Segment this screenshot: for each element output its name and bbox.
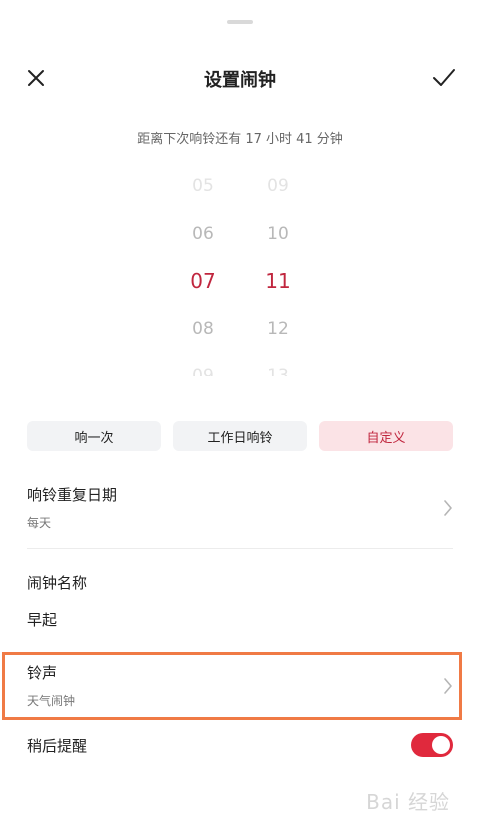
ringtone-highlight-frame — [2, 652, 462, 720]
toggle-knob — [432, 736, 450, 754]
sheet-grabber[interactable] — [227, 20, 253, 24]
hour-picker-wheel[interactable]: 05 06 07 08 09 — [173, 170, 233, 376]
snooze-toggle[interactable] — [411, 733, 453, 757]
minute-option[interactable]: 12 — [248, 317, 308, 341]
mode-custom-button[interactable]: 自定义 — [319, 421, 453, 451]
minute-option[interactable]: 10 — [248, 222, 308, 246]
confirm-button[interactable] — [422, 52, 466, 104]
hour-option[interactable]: 09 — [173, 364, 233, 376]
snooze-label: 稍后提醒 — [27, 737, 88, 755]
divider — [27, 548, 453, 549]
header: 设置闹钟 — [0, 52, 480, 104]
minute-option[interactable]: 13 — [248, 364, 308, 376]
next-alarm-countdown: 距离下次响铃还有 17 小时 41 分钟 — [137, 132, 343, 147]
minute-option-selected[interactable]: 11 — [248, 269, 308, 293]
alarm-name-value[interactable]: 早起 — [27, 609, 453, 630]
alarm-name-row[interactable]: 闹钟名称 早起 — [27, 572, 453, 632]
repeat-days-value: 每天 — [27, 516, 52, 530]
repeat-days-label: 响铃重复日期 — [27, 486, 118, 504]
snooze-row: 稍后提醒 — [27, 735, 453, 759]
check-icon — [433, 69, 455, 86]
alarm-name-label: 闹钟名称 — [27, 574, 88, 592]
minute-picker-wheel[interactable]: 09 10 11 12 13 — [248, 170, 308, 376]
mode-once-button[interactable]: 响一次 — [27, 421, 161, 451]
hour-option[interactable]: 05 — [173, 174, 233, 198]
repeat-days-row[interactable]: 响铃重复日期 每天 — [27, 484, 453, 534]
page-title: 设置闹钟 — [204, 70, 276, 91]
watermark: Bai 经验 — [366, 790, 450, 814]
chevron-right-icon — [444, 500, 452, 516]
mode-workdays-button[interactable]: 工作日响铃 — [173, 421, 307, 451]
repeat-mode-selector: 响一次 工作日响铃 自定义 — [27, 421, 453, 451]
hour-option[interactable]: 06 — [173, 222, 233, 246]
hour-option-selected[interactable]: 07 — [173, 269, 233, 293]
hour-option[interactable]: 08 — [173, 317, 233, 341]
minute-option[interactable]: 09 — [248, 174, 308, 198]
